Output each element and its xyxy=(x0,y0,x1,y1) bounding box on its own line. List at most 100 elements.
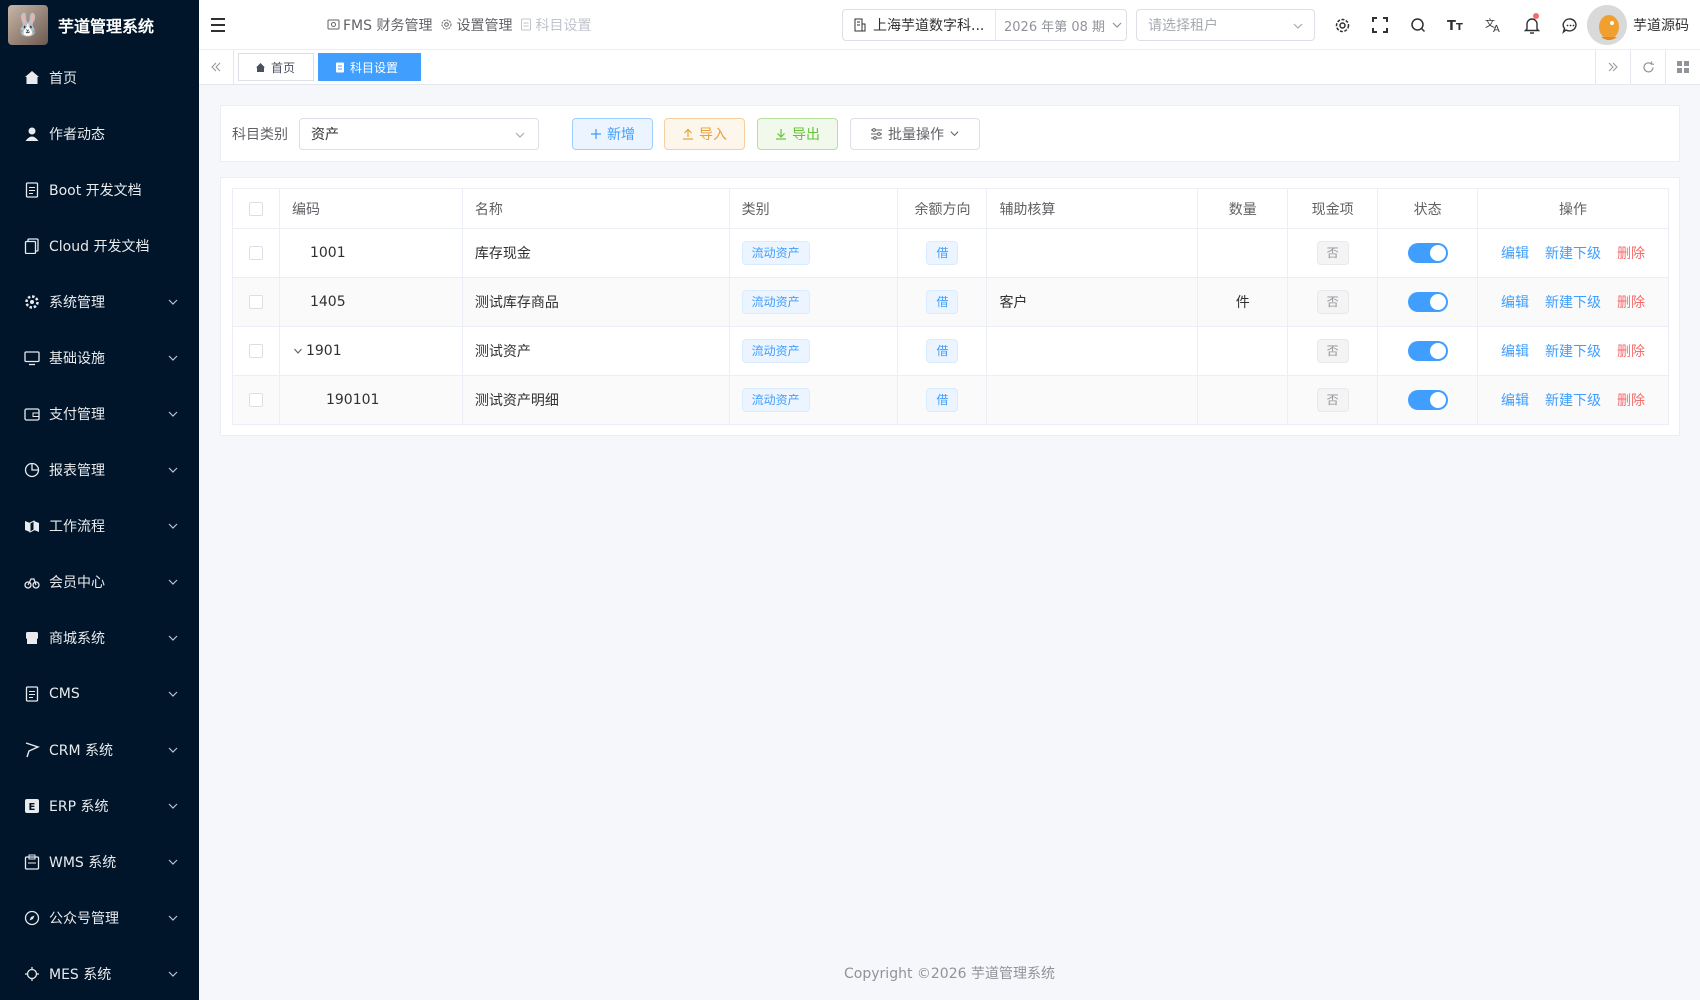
select-all-cell[interactable] xyxy=(232,188,280,229)
font-size-button[interactable]: TT xyxy=(1437,0,1475,50)
column-header-cash: 现金项 xyxy=(1287,188,1379,229)
fullscreen-icon xyxy=(1372,17,1388,33)
cash-tag: 否 xyxy=(1316,290,1349,314)
add-child-link[interactable]: 新建下级 xyxy=(1545,393,1601,409)
row-select-cell[interactable] xyxy=(232,228,280,278)
row-select-cell[interactable] xyxy=(232,277,280,327)
company-select[interactable]: 上海芋道数字科... xyxy=(843,10,996,40)
sidebar-item-12[interactable]: CRM 系统 xyxy=(0,722,199,778)
home-icon xyxy=(256,62,265,72)
category-filter-label: 科目类别 xyxy=(232,126,288,143)
tags-scroll-right-button[interactable] xyxy=(1595,50,1630,84)
category-filter-select[interactable]: 资产 xyxy=(299,117,539,150)
sidebar-item-7[interactable]: 报表管理 xyxy=(0,442,199,498)
sidebar-item-label: ERP 系统 xyxy=(49,799,109,815)
tags-scroll-left-button[interactable] xyxy=(199,50,234,84)
row-checkbox[interactable] xyxy=(248,393,263,407)
sidebar-item-13[interactable]: E ERP 系统 xyxy=(0,778,199,834)
sidebar-item-8[interactable]: 工作流程 xyxy=(0,498,199,554)
row-checkbox[interactable] xyxy=(248,246,263,260)
direction-tag: 借 xyxy=(926,241,959,265)
tag-subject-settings[interactable]: 科目设置 xyxy=(318,53,422,81)
delete-link[interactable]: 删除 xyxy=(1617,344,1645,360)
actions-cell: 编辑 新建下级 删除 xyxy=(1477,228,1669,278)
direction-tag: 借 xyxy=(926,388,959,412)
bell-icon xyxy=(1524,17,1540,34)
sidebar-item-1[interactable]: 作者动态 xyxy=(0,106,199,162)
sidebar-item-11[interactable]: CMS xyxy=(0,666,199,722)
sidebar-item-label: 报表管理 xyxy=(49,463,105,479)
notification-dot xyxy=(1533,13,1539,19)
search-button[interactable] xyxy=(1399,0,1437,50)
sidebar-item-3[interactable]: Cloud 开发文档 xyxy=(0,218,199,274)
aux-cell xyxy=(986,375,1199,425)
tenant-select[interactable]: 请选择租户 xyxy=(1136,9,1315,41)
company-period-select[interactable]: 上海芋道数字科... 2026 年第 08 期 xyxy=(842,9,1127,41)
language-button[interactable]: 文A xyxy=(1475,0,1513,50)
row-checkbox[interactable] xyxy=(248,295,263,309)
row-select-cell[interactable] xyxy=(232,326,280,376)
edit-link[interactable]: 编辑 xyxy=(1501,393,1529,409)
message-button[interactable] xyxy=(1551,0,1589,50)
batch-operations-dropdown[interactable]: 批量操作 xyxy=(850,117,980,150)
edit-link[interactable]: 编辑 xyxy=(1501,246,1529,262)
code-cell: 1001 xyxy=(278,228,463,278)
chevron-down-icon xyxy=(168,299,178,305)
delete-link[interactable]: 删除 xyxy=(1617,295,1645,311)
export-button[interactable]: 导出 xyxy=(757,117,838,150)
hamburger-menu-button[interactable] xyxy=(199,0,239,50)
gear-icon xyxy=(24,294,40,310)
status-toggle[interactable] xyxy=(1407,292,1448,312)
sidebar-item-0[interactable]: 首页 xyxy=(0,50,199,106)
bicycle-icon xyxy=(24,574,40,590)
sidebar-item-10[interactable]: 商城系统 xyxy=(0,610,199,666)
status-toggle[interactable] xyxy=(1407,341,1448,361)
import-button[interactable]: 导入 xyxy=(664,117,745,150)
chevron-down-icon xyxy=(168,523,178,529)
select-all-checkbox[interactable] xyxy=(248,201,263,216)
tag-home[interactable]: 首页 xyxy=(238,53,315,81)
row-checkbox[interactable] xyxy=(248,344,263,358)
actions-cell: 编辑 新建下级 删除 xyxy=(1477,277,1669,327)
sidebar-item-14[interactable]: WMS 系统 xyxy=(0,834,199,890)
fullscreen-button[interactable] xyxy=(1361,0,1399,50)
row-select-cell[interactable] xyxy=(232,375,280,425)
sidebar-item-16[interactable]: MES 系统 xyxy=(0,946,199,1000)
chevron-down-icon xyxy=(168,803,178,809)
logo-area[interactable]: 🐰 芋道管理系统 xyxy=(0,0,199,50)
sidebar-item-4[interactable]: 系统管理 xyxy=(0,274,199,330)
sidebar-item-9[interactable]: 会员中心 xyxy=(0,554,199,610)
status-toggle[interactable] xyxy=(1407,243,1448,263)
cash-cell: 否 xyxy=(1287,228,1379,278)
add-child-link[interactable]: 新建下级 xyxy=(1545,344,1601,360)
refresh-button[interactable] xyxy=(1630,50,1665,84)
status-toggle[interactable] xyxy=(1407,390,1448,410)
workflow-icon xyxy=(24,518,40,534)
edit-link[interactable]: 编辑 xyxy=(1501,295,1529,311)
chat-icon xyxy=(1561,17,1577,34)
tags-menu-button[interactable] xyxy=(1665,50,1700,84)
breadcrumb-item-settings[interactable]: 设置管理 xyxy=(440,15,512,35)
settings-button[interactable] xyxy=(1323,0,1361,50)
sidebar-item-6[interactable]: 支付管理 xyxy=(0,386,199,442)
expand-row-button[interactable] xyxy=(292,346,304,356)
header-toolbar: TT 文A xyxy=(1323,0,1589,50)
sidebar-item-label: Cloud 开发文档 xyxy=(49,239,150,255)
sidebar-item-5[interactable]: 基础设施 xyxy=(0,330,199,386)
period-select[interactable]: 2026 年第 08 期 xyxy=(996,16,1123,35)
sidebar-item-label: 公众号管理 xyxy=(49,911,119,927)
sidebar-item-15[interactable]: 公众号管理 xyxy=(0,890,199,946)
add-child-link[interactable]: 新建下级 xyxy=(1545,246,1601,262)
delete-link[interactable]: 删除 xyxy=(1617,393,1645,409)
user-menu[interactable]: 芋道源码 xyxy=(1587,5,1689,45)
notification-button[interactable] xyxy=(1513,0,1551,50)
breadcrumb-item-fms[interactable]: FMS 财务管理 xyxy=(327,15,432,35)
table-row: 190101 测试资产明细 流动资产 借 否 编辑 新建下级 删除 xyxy=(232,375,1669,425)
add-child-link[interactable]: 新建下级 xyxy=(1545,295,1601,311)
edit-link[interactable]: 编辑 xyxy=(1501,344,1529,360)
add-button[interactable]: 新增 xyxy=(572,117,653,150)
chevron-down-icon xyxy=(1293,23,1303,29)
delete-link[interactable]: 删除 xyxy=(1617,246,1645,262)
document-icon xyxy=(24,182,40,198)
sidebar-item-2[interactable]: Boot 开发文档 xyxy=(0,162,199,218)
